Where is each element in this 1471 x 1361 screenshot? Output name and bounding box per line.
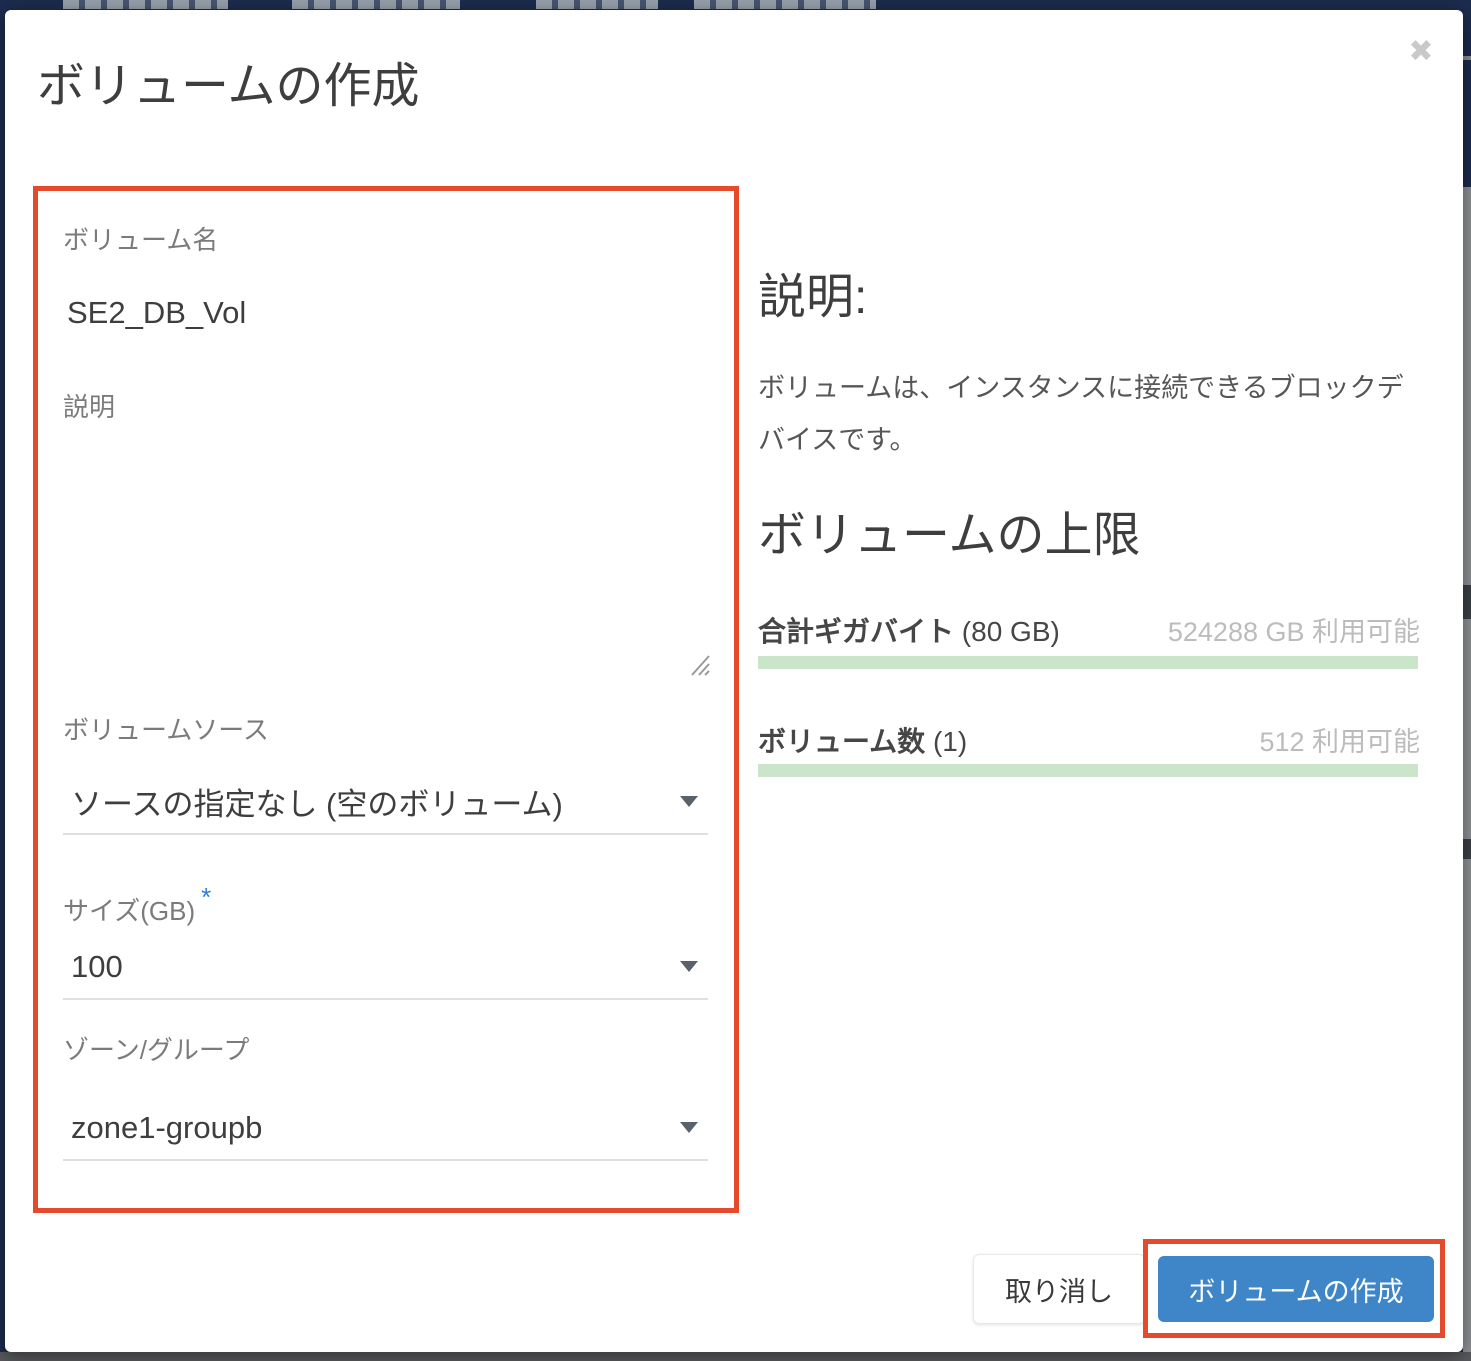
create-volume-button[interactable]: ボリュームの作成 [1158,1256,1434,1322]
background-nav-fragment [63,0,228,9]
help-description-heading: 説明: [758,271,868,324]
background-nav-fragment [292,0,460,9]
modal-title: ボリュームの作成 [37,60,420,113]
volume-source-value: ソースの指定なし (空のボリューム) [71,787,563,822]
background-edge-strip [1463,187,1471,1352]
quota-gigabytes-progressbar [758,656,1418,669]
zone-group-value: zone1-groupb [71,1109,263,1145]
background-edge-mark [1463,585,1471,619]
quota-volumes-available: 512 利用可能 [1259,727,1420,757]
volume-name-label: ボリューム名 [63,225,219,255]
quota-volumes-progressbar [758,764,1418,777]
cancel-button[interactable]: 取り消し [973,1254,1145,1324]
volume-name-input[interactable] [63,285,708,347]
volume-source-label: ボリュームソース [63,715,269,745]
close-icon[interactable]: ✖ [1401,32,1441,72]
size-label-text: サイズ(GB) [63,896,196,926]
chevron-down-icon [680,796,698,807]
screen: ボリュームの作成 ✖ ボリューム名 説明 ボリュームソース ソースの指定なし (… [0,0,1471,1361]
required-asterisk: * [201,882,212,912]
quota-row-gigabytes: 合計ギガバイト (80 GB) 524288 GB 利用可能 [758,610,1420,650]
volume-source-select[interactable]: ソースの指定なし (空のボリューム) [63,770,708,835]
quota-row-volumes: ボリューム数 (1) 512 利用可能 [758,720,1420,760]
volume-limits-heading: ボリュームの上限 [758,509,1141,562]
quota-volumes-name: ボリューム数 [758,726,926,757]
quota-gigabytes-usage: (80 GB) [961,616,1060,647]
background-edge-mark [1463,839,1471,859]
description-label: 説明 [63,392,116,422]
background-nav-fragment [694,0,876,9]
quota-gigabytes-label: 合計ギガバイト (80 GB) [758,610,1060,650]
quota-volumes-usage: (1) [932,726,968,757]
background-nav-fragment [536,0,658,9]
help-description-body: ボリュームは、インスタンスに接続できるブロックデバイスです。 [758,373,1404,455]
size-label: サイズ(GB) * [63,882,211,926]
quota-volumes-label: ボリューム数 (1) [758,720,967,760]
quota-gigabytes-available: 524288 GB 利用可能 [1167,617,1420,647]
chevron-down-icon [680,961,698,972]
create-volume-modal: ボリュームの作成 ✖ ボリューム名 説明 ボリュームソース ソースの指定なし (… [5,10,1463,1352]
quota-gigabytes-name: 合計ギガバイト [758,616,955,647]
resize-handle-icon[interactable] [688,652,710,681]
background-edge-line [1463,56,1471,60]
description-textarea[interactable] [63,430,708,668]
size-select[interactable]: 100 [63,935,708,1000]
size-value: 100 [71,948,123,984]
background-bottom-strip [0,1352,1471,1361]
zone-group-select[interactable]: zone1-groupb [63,1096,708,1161]
zone-group-label: ゾーン/グループ [63,1035,250,1065]
chevron-down-icon [680,1122,698,1133]
